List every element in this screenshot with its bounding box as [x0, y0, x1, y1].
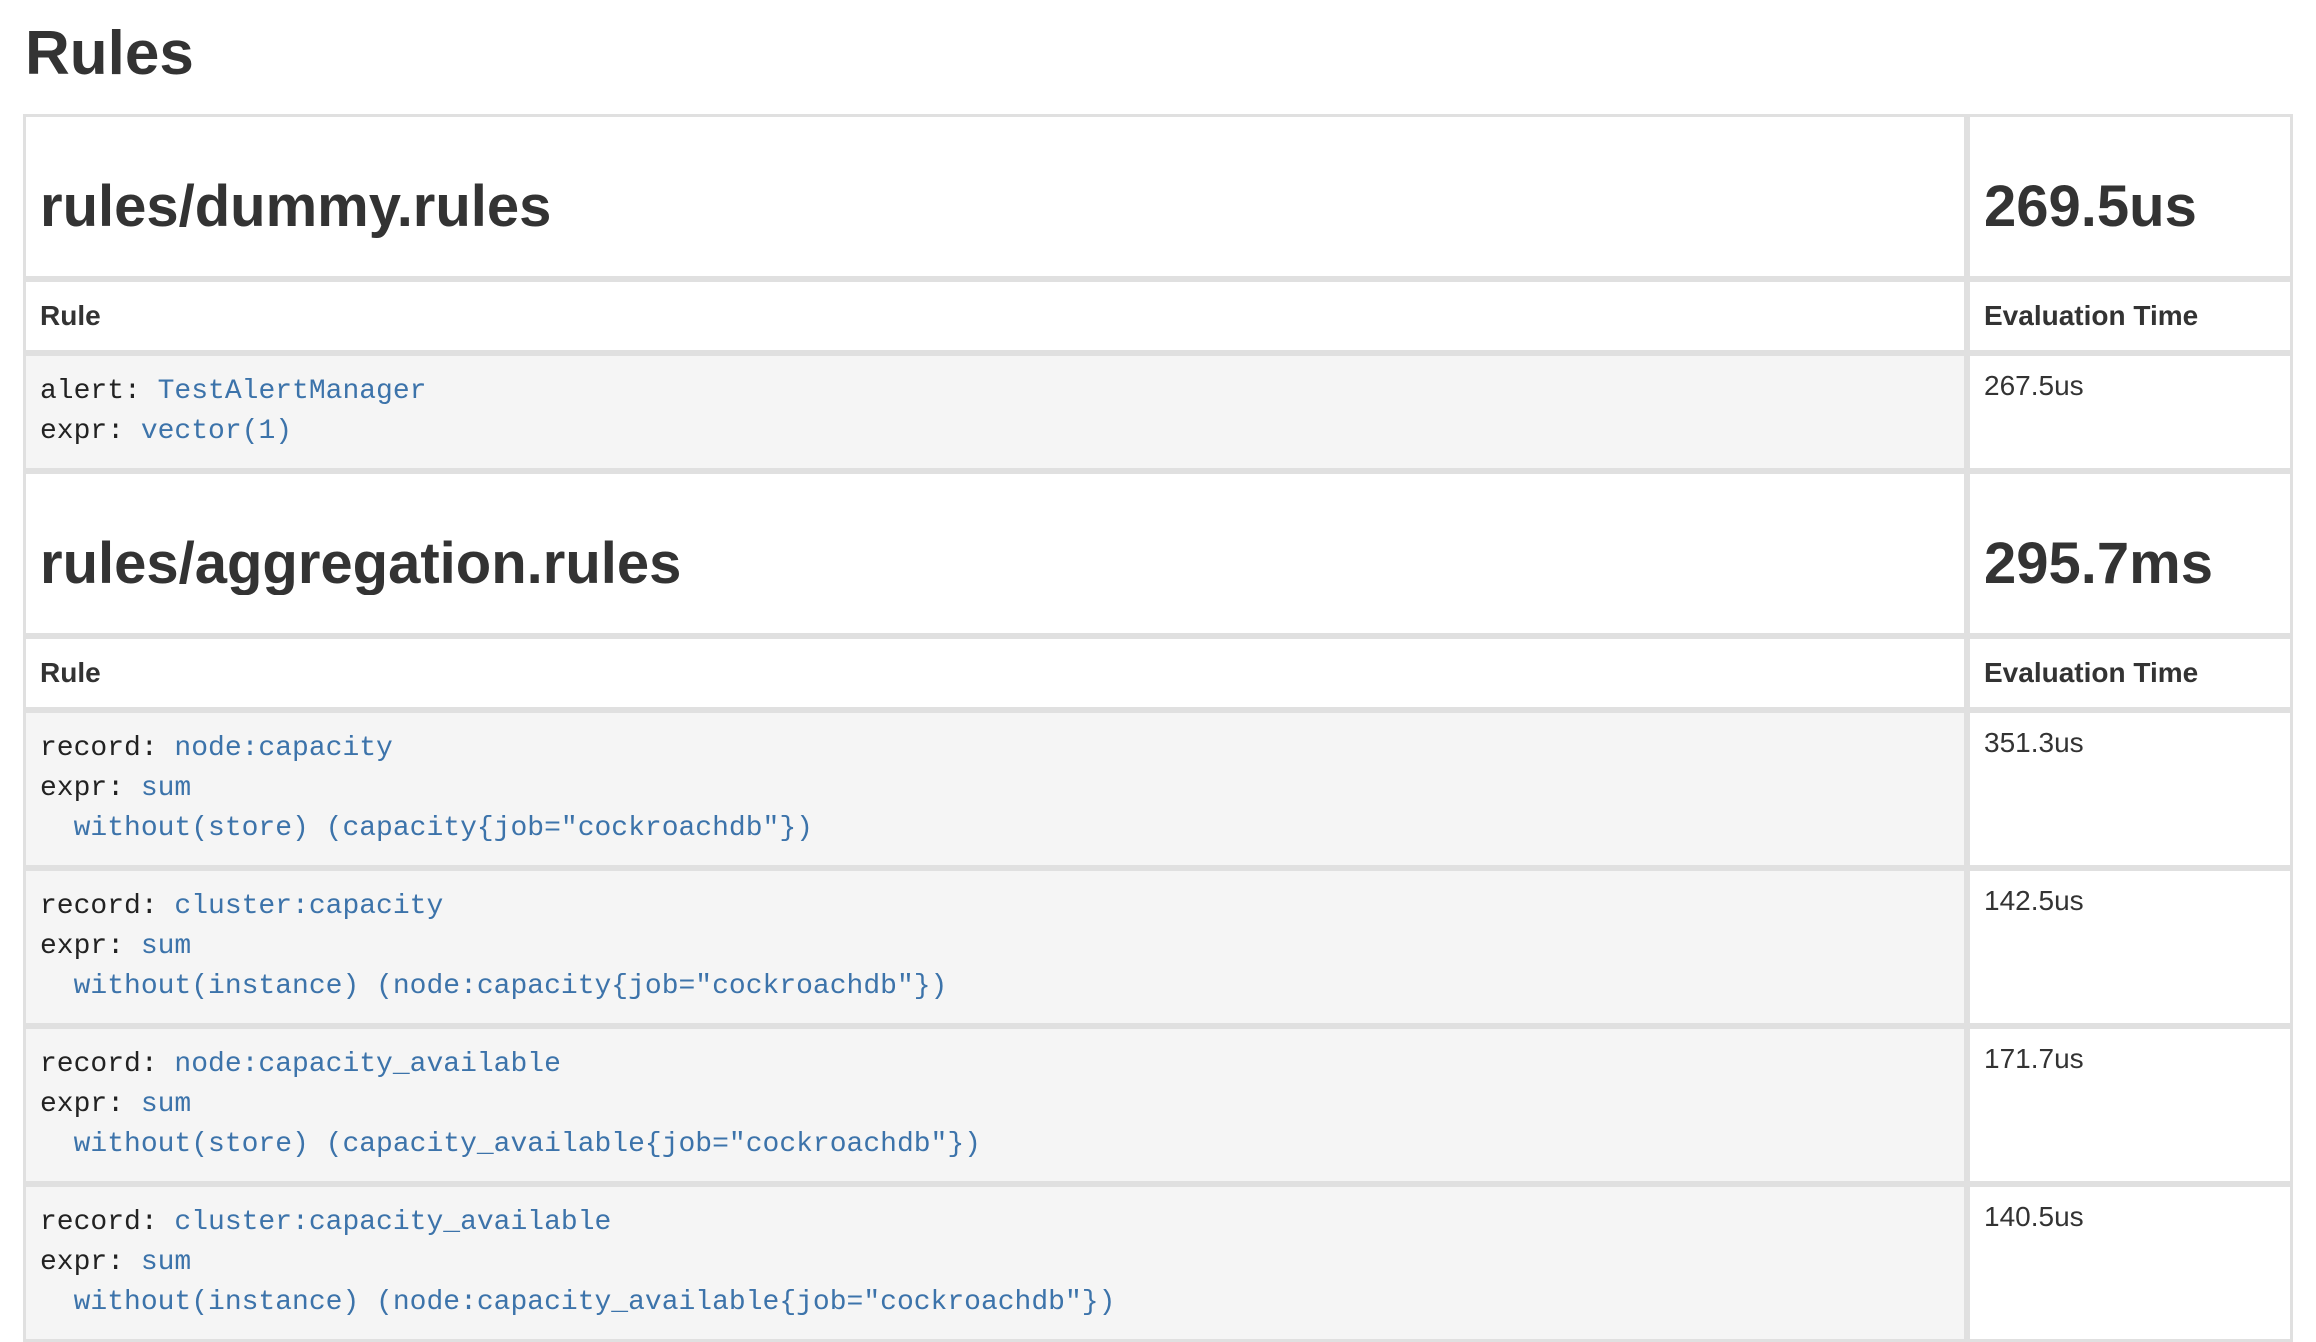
rule-row: alert: TestAlertManager expr: vector(1)2… [23, 353, 2293, 471]
group-file-name: rules/aggregation.rules [40, 534, 1950, 595]
rule-expr-link[interactable]: sum without(instance) (node:capacity{job… [40, 931, 947, 1002]
rule-cell: record: cluster:capacity expr: sum witho… [23, 868, 1967, 1026]
rule-name-link[interactable]: TestAlertManager [158, 376, 427, 407]
rule-cell: alert: TestAlertManager expr: vector(1) [23, 353, 1967, 471]
rule-expr-link[interactable]: vector(1) [141, 416, 292, 447]
rule-code: record: node:capacity expr: sum without(… [40, 729, 1950, 849]
rule-row: record: node:capacity_available expr: su… [23, 1026, 2293, 1184]
eval-time-column-header: Evaluation Time [1967, 279, 2293, 353]
rule-expr-link[interactable]: sum without(instance) (node:capacity_ava… [40, 1247, 1115, 1318]
rule-expr-keyword: expr: [40, 773, 141, 804]
page-title: Rules [25, 20, 2293, 88]
rule-expr-keyword: expr: [40, 416, 141, 447]
rule-kind-keyword: record: [40, 891, 174, 922]
rule-eval-time-cell: 267.5us [1967, 353, 2293, 471]
group-header-row: rules/aggregation.rules 295.7ms [23, 471, 2293, 636]
rule-kind-keyword: alert: [40, 376, 158, 407]
rule-eval-time-cell: 171.7us [1967, 1026, 2293, 1184]
column-header-row: Rule Evaluation Time [23, 636, 2293, 710]
rule-row: record: node:capacity expr: sum without(… [23, 710, 2293, 868]
group-file-name: rules/dummy.rules [40, 177, 1950, 238]
rule-kind-keyword: record: [40, 733, 174, 764]
rule-column-header: Rule [23, 279, 1967, 353]
rule-groups-container: rules/dummy.rules 269.5us Rule Evaluatio… [23, 114, 2293, 1342]
rule-name-link[interactable]: node:capacity [174, 733, 392, 764]
rule-code: record: cluster:capacity expr: sum witho… [40, 887, 1950, 1007]
rule-cell: record: node:capacity_available expr: su… [23, 1026, 1967, 1184]
rule-expr-link[interactable]: sum without(store) (capacity_available{j… [40, 1089, 981, 1160]
rule-eval-time-cell: 351.3us [1967, 710, 2293, 868]
rule-cell: record: cluster:capacity_available expr:… [23, 1184, 1967, 1342]
group-header-cell: rules/dummy.rules [23, 114, 1967, 279]
rule-column-header: Rule [23, 636, 1967, 710]
rule-kind-keyword: record: [40, 1049, 174, 1080]
group-eval-total: 295.7ms [1984, 534, 2276, 595]
rule-expr-keyword: expr: [40, 1089, 141, 1120]
rule-code: alert: TestAlertManager expr: vector(1) [40, 372, 1950, 452]
rule-kind-keyword: record: [40, 1207, 174, 1238]
rule-expr-keyword: expr: [40, 1247, 141, 1278]
rule-row: record: cluster:capacity expr: sum witho… [23, 868, 2293, 1026]
group-eval-total: 269.5us [1984, 177, 2276, 238]
rule-eval-time-cell: 140.5us [1967, 1184, 2293, 1342]
group-header-cell: rules/aggregation.rules [23, 471, 1967, 636]
rule-expr-keyword: expr: [40, 931, 141, 962]
group-eval-total-cell: 295.7ms [1967, 471, 2293, 636]
rule-code: record: node:capacity_available expr: su… [40, 1045, 1950, 1165]
group-header-row: rules/dummy.rules 269.5us [23, 114, 2293, 279]
group-eval-total-cell: 269.5us [1967, 114, 2293, 279]
rule-row: record: cluster:capacity_available expr:… [23, 1184, 2293, 1342]
rule-code: record: cluster:capacity_available expr:… [40, 1203, 1950, 1323]
rule-name-link[interactable]: cluster:capacity [174, 891, 443, 922]
rule-group-table: rules/dummy.rules 269.5us Rule Evaluatio… [23, 114, 2293, 471]
rule-name-link[interactable]: cluster:capacity_available [174, 1207, 611, 1238]
rule-eval-time-cell: 142.5us [1967, 868, 2293, 1026]
rule-cell: record: node:capacity expr: sum without(… [23, 710, 1967, 868]
rule-expr-link[interactable]: sum without(store) (capacity{job="cockro… [40, 773, 813, 844]
eval-time-column-header: Evaluation Time [1967, 636, 2293, 710]
rule-name-link[interactable]: node:capacity_available [174, 1049, 560, 1080]
rule-group-table: rules/aggregation.rules 295.7ms Rule Eva… [23, 471, 2293, 1342]
column-header-row: Rule Evaluation Time [23, 279, 2293, 353]
